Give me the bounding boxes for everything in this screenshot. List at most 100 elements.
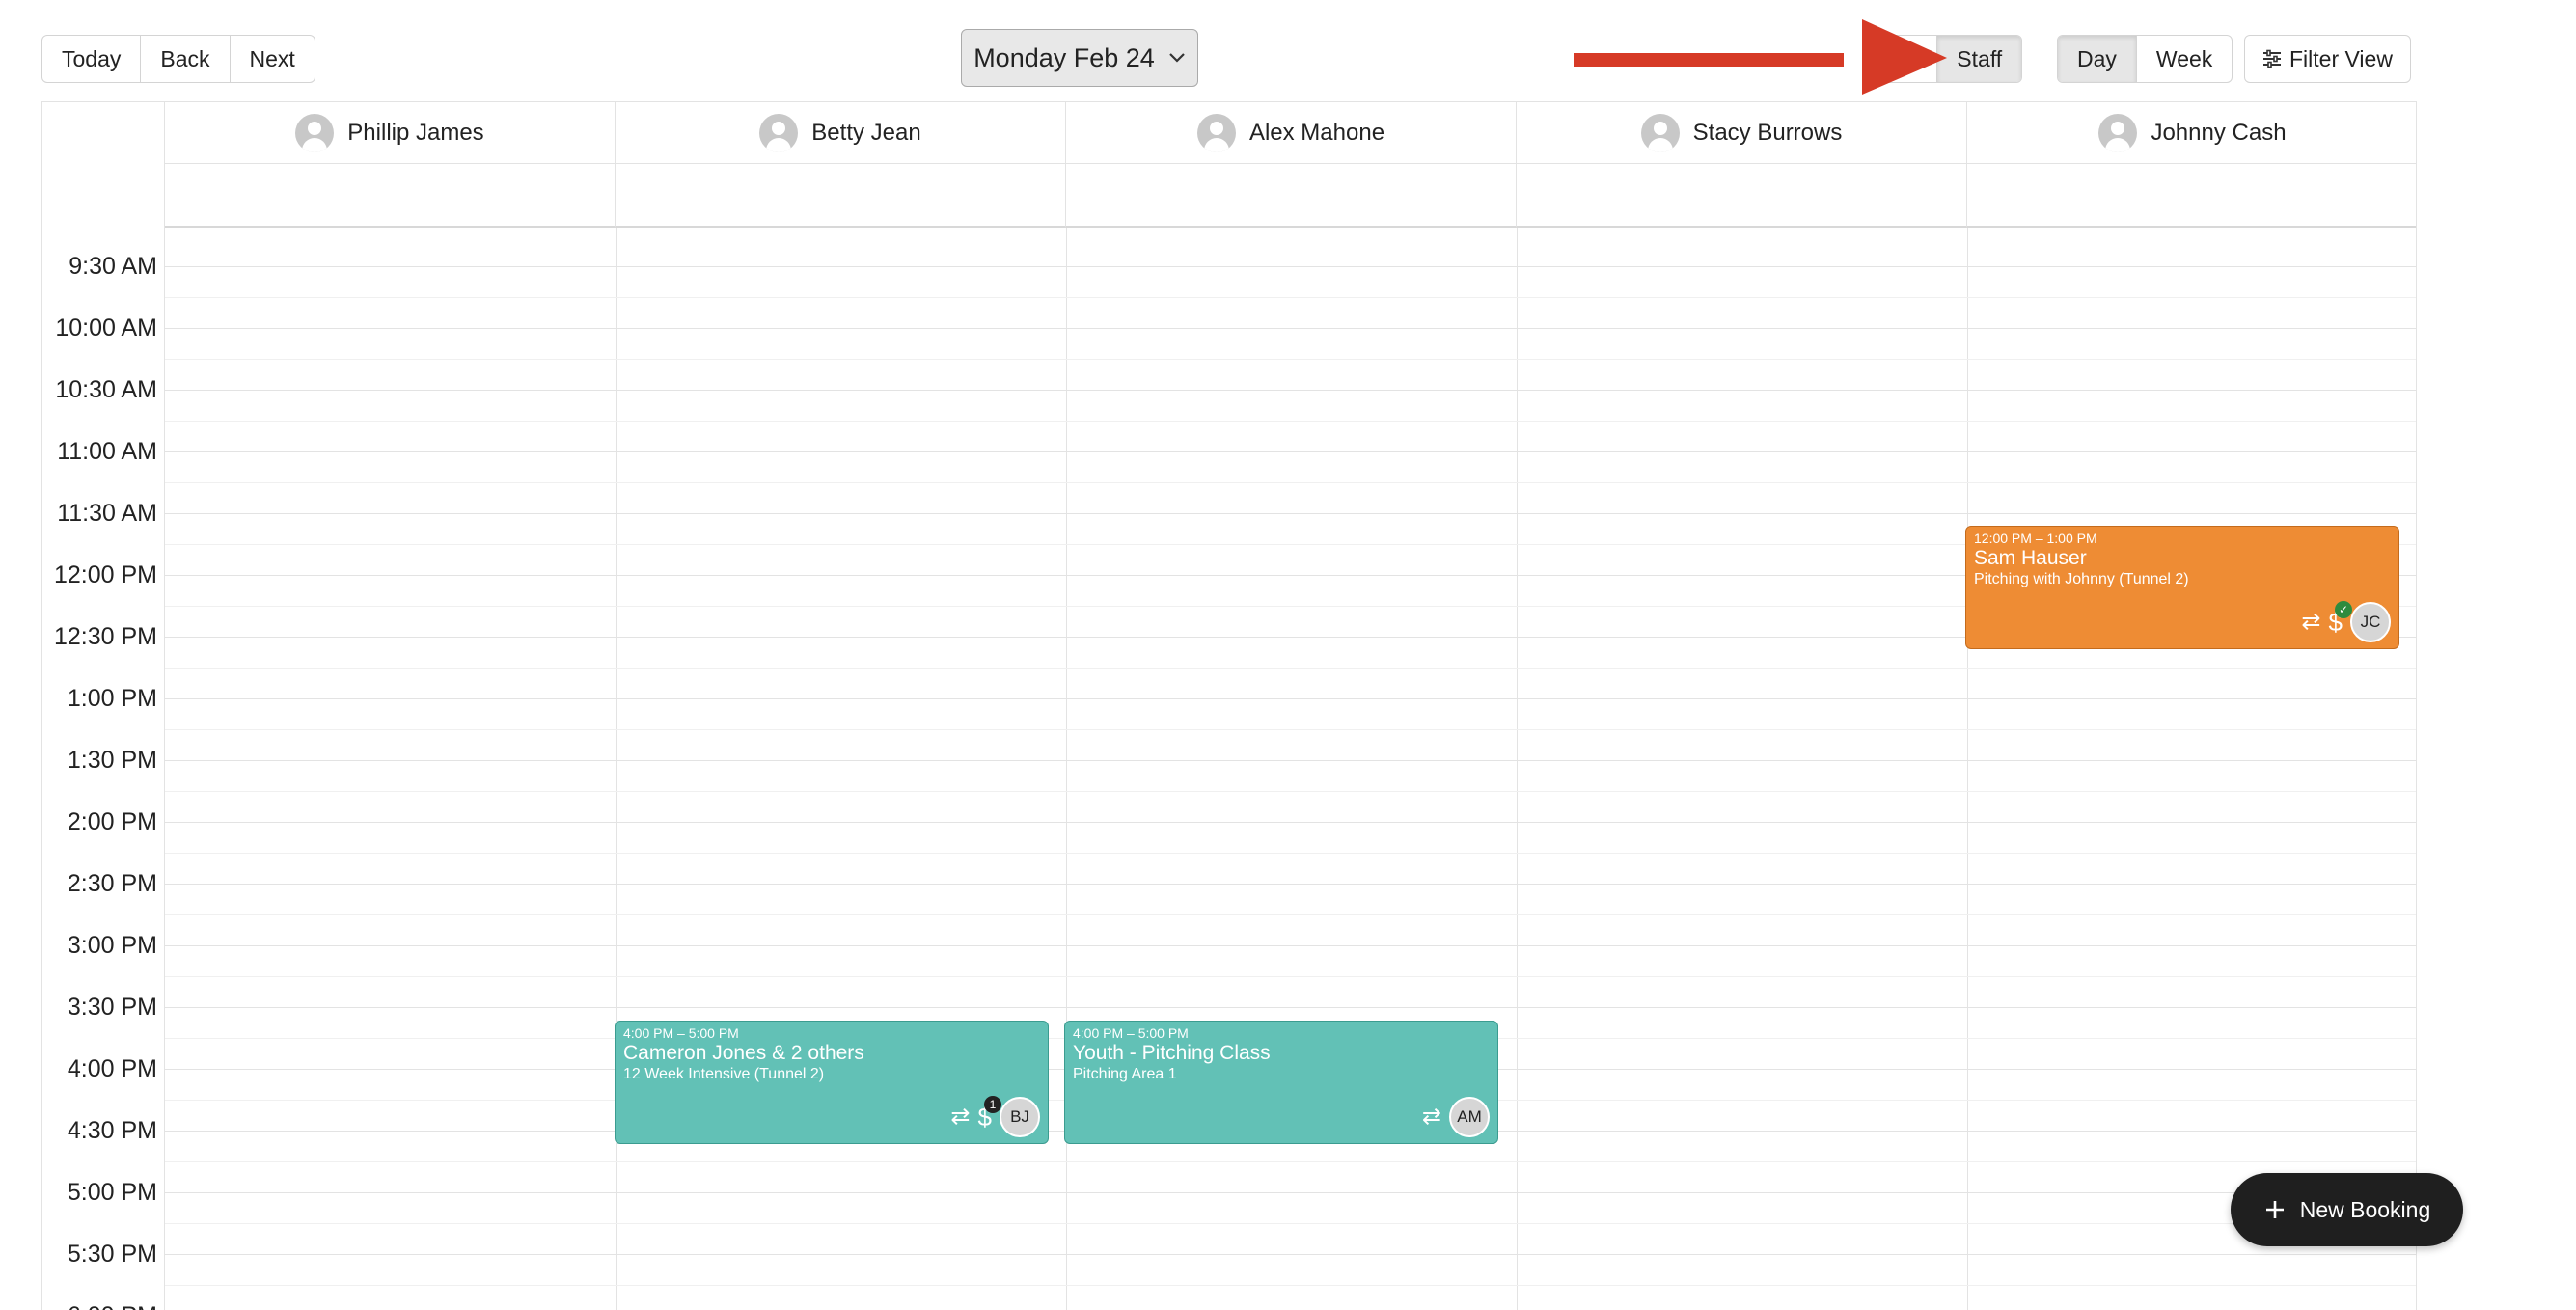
staff-avatar: AM [1449,1097,1490,1137]
quarter-line [165,853,2416,854]
staff-avatar: JC [2350,602,2391,642]
event-cameron-jones[interactable]: 4:00 PM – 5:00 PM Cameron Jones & 2 othe… [615,1021,1049,1144]
new-booking-button[interactable]: New Booking [2231,1173,2463,1246]
event-subtitle: 12 Week Intensive (Tunnel 2) [623,1066,825,1082]
person-icon [1640,113,1680,152]
event-title: Cameron Jones & 2 others [623,1042,864,1064]
allday-cell[interactable] [1967,164,2416,228]
event-subtitle: Pitching with Johnny (Tunnel 2) [1974,571,2189,587]
event-time: 4:00 PM – 5:00 PM [623,1025,739,1041]
person-icon [295,113,335,152]
time-label: 12:30 PM [53,623,157,650]
time-label: 5:00 PM [67,1179,157,1206]
hour-line [165,884,2416,885]
staff-name: Stacy Burrows [1692,119,1843,146]
time-label: 9:30 AM [69,253,157,280]
hour-line [165,328,2416,329]
staff-header-betty: Betty Jean [616,102,1066,164]
quarter-line [165,482,2416,483]
event-time: 12:00 PM – 1:00 PM [1974,531,2097,546]
next-button[interactable]: Next [231,36,315,82]
nav-button-group: Today Back Next [41,35,315,83]
staff-name: Betty Jean [811,119,921,146]
event-icons: ⇄ $ ✓ JC [2301,601,2391,642]
event-sam-hauser[interactable]: 12:00 PM – 1:00 PM Sam Hauser Pitching w… [1965,526,2399,649]
quarter-line [165,791,2416,792]
allday-cell[interactable] [1066,164,1517,228]
week-tab[interactable]: Week [2137,36,2232,82]
time-label: 1:00 PM [67,685,157,712]
today-button[interactable]: Today [42,36,142,82]
hour-line [165,1254,2416,1255]
unpaid-count-badge: 1 [984,1096,1001,1113]
plus-icon [2265,1201,2284,1218]
staff-header-johnny: Johnny Cash [1967,102,2416,164]
quarter-line [165,1161,2416,1162]
event-subtitle: Pitching Area 1 [1073,1066,1177,1082]
quarter-line [165,914,2416,915]
quarter-line [165,668,2416,669]
allday-cell[interactable] [616,164,1066,228]
person-icon [759,113,799,152]
day-tab[interactable]: Day [2058,36,2137,82]
hour-line [165,1192,2416,1193]
paid-check-icon: ✓ [2335,601,2352,618]
event-time: 4:00 PM – 5:00 PM [1073,1025,1189,1041]
quarter-line [165,421,2416,422]
dollar-icon: $ ✓ [2329,601,2352,636]
repeat-icon: ⇄ [1421,1104,1441,1130]
time-label: 12:00 PM [53,561,157,588]
new-booking-label: New Booking [2299,1196,2431,1222]
time-label: 10:00 AM [55,314,157,341]
date-selector[interactable]: Monday Feb 24 [961,29,1198,87]
chevron-down-icon [1169,53,1185,63]
event-title: Youth - Pitching Class [1073,1042,1271,1064]
hour-line [165,760,2416,761]
repeat-icon: ⇄ [2301,609,2321,635]
staff-header-phillip: Phillip James [165,102,616,164]
range-toggle: Day Week [2057,35,2233,83]
time-label: 6:00 PM [42,1302,157,1310]
person-icon [2098,113,2138,152]
annotation-arrow [1574,19,1947,95]
time-label: 1:30 PM [67,747,157,774]
time-label: 11:00 AM [57,438,157,465]
filter-view-button[interactable]: Filter View [2245,36,2410,82]
quarter-line [165,976,2416,977]
event-icons: ⇄ $1 BJ [950,1096,1040,1137]
time-label: 2:00 PM [67,808,157,835]
hour-line [165,1007,2416,1008]
time-label: 3:30 PM [67,994,157,1021]
sliders-icon [2263,49,2281,68]
staff-header-stacy: Stacy Burrows [1517,102,1967,164]
allday-cell[interactable] [165,164,616,228]
time-label: 10:30 AM [55,376,157,403]
staff-header-alex: Alex Mahone [1066,102,1517,164]
hour-line [165,451,2416,452]
quarter-line [165,359,2416,360]
hour-line [165,266,2416,267]
time-label: 4:00 PM [67,1055,157,1082]
event-youth-pitching[interactable]: 4:00 PM – 5:00 PM Youth - Pitching Class… [1064,1021,1498,1144]
hour-line [165,698,2416,699]
time-body[interactable]: 9:30 AM 10:00 AM 10:30 AM 11:00 AM 11:30 AM 1… [42,228,2416,1310]
filter-view-label: Filter View [2289,46,2393,71]
filter-view-group: Filter View [2244,35,2411,83]
staff-avatar: BJ [1000,1097,1040,1137]
hour-line [165,822,2416,823]
repeat-icon: ⇄ [950,1104,971,1130]
event-title: Sam Hauser [1974,547,2087,569]
staff-name: Phillip James [347,119,484,146]
quarter-line [165,297,2416,298]
time-label: 5:30 PM [67,1241,157,1268]
staff-name: Alex Mahone [1248,119,1385,146]
quarter-line [165,1223,2416,1224]
time-label: 11:30 AM [57,500,157,527]
person-icon [1196,113,1236,152]
back-button[interactable]: Back [141,36,231,82]
dollar-icon: $1 [978,1096,1001,1131]
hour-line [165,945,2416,946]
allday-cell[interactable] [1517,164,1967,228]
event-icons: ⇄ AM [1422,1097,1490,1137]
hour-line [165,513,2416,514]
